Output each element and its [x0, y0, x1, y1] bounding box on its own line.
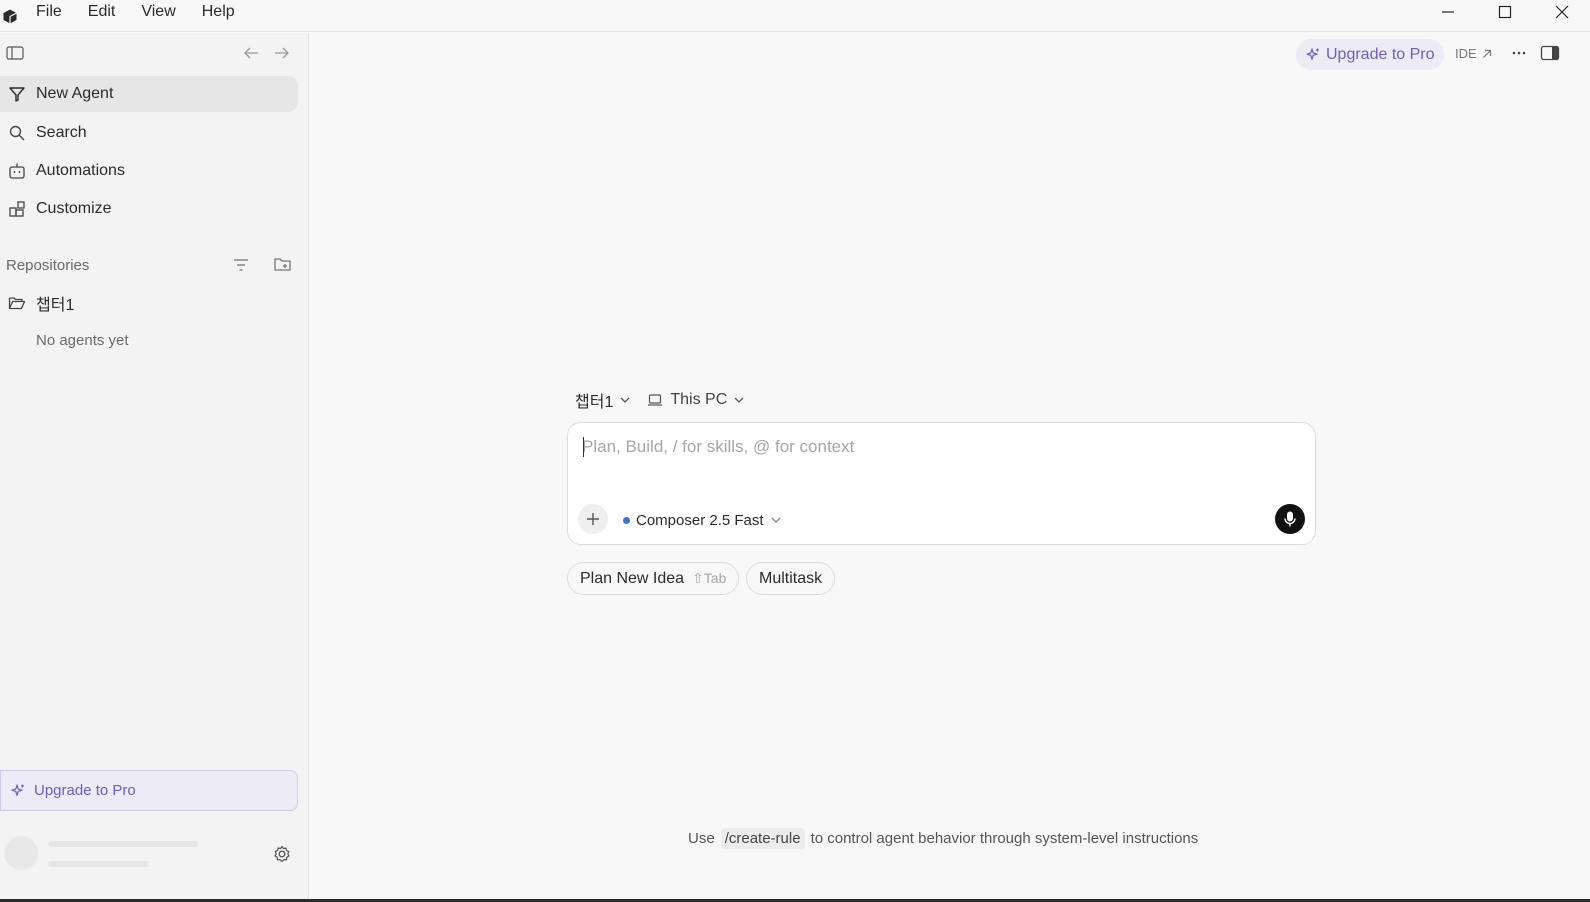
sidebar-item-customize[interactable]: Customize — [0, 191, 298, 227]
filter-icon — [234, 259, 248, 271]
ide-link[interactable]: IDE — [1455, 46, 1493, 61]
upgrade-label: Upgrade to Pro — [34, 782, 136, 799]
user-email-placeholder — [48, 861, 149, 867]
repo-selector[interactable]: 챕터1 — [575, 388, 613, 412]
sidebar-item-label: Search — [36, 124, 87, 141]
menu-help[interactable]: Help — [202, 1, 235, 23]
context-selectors: 챕터1 This PC — [575, 388, 745, 412]
footer-tip: Use /create-rule to control agent behavi… — [688, 828, 1198, 849]
more-options-button[interactable] — [1510, 45, 1528, 61]
create-rule-command[interactable]: /create-rule — [720, 828, 805, 849]
sidebar-toggle-button[interactable] — [6, 45, 24, 61]
toggle-panel-button[interactable] — [1540, 45, 1560, 61]
chevron-down-icon — [733, 395, 745, 405]
minimize-button[interactable] — [1419, 0, 1476, 24]
folder-add-icon — [274, 258, 291, 271]
external-arrow-icon — [1482, 49, 1491, 58]
repository-item[interactable]: 챕터1 — [0, 291, 74, 315]
shortcut-hint: ⇧Tab — [692, 570, 727, 586]
multitask-chip[interactable]: Multitask — [746, 562, 836, 595]
laptop-icon — [647, 393, 663, 407]
chevron-down-icon — [770, 515, 782, 525]
sidebar-item-label: Automations — [36, 162, 125, 179]
microphone-icon — [1284, 511, 1296, 527]
plus-icon — [587, 513, 599, 525]
sidebar-panel-icon — [6, 46, 24, 60]
app-logo-icon — [3, 9, 17, 23]
composer-box: Composer 2.5 Fast — [567, 422, 1316, 545]
chip-label: Plan New Idea — [580, 569, 685, 587]
sidebar-item-label: Customize — [36, 200, 112, 217]
empty-agents-text: No agents yet — [36, 332, 129, 349]
gear-icon — [274, 845, 290, 863]
location-selector[interactable]: This PC — [670, 391, 727, 409]
title-bar: File Edit View Help — [0, 0, 1590, 32]
avatar[interactable] — [4, 836, 38, 870]
chip-label: Multitask — [759, 569, 823, 587]
forward-button[interactable] — [273, 45, 291, 61]
ide-label: IDE — [1455, 46, 1477, 61]
menu-edit[interactable]: Edit — [88, 1, 116, 23]
arrow-right-icon — [275, 47, 289, 59]
right-panel-icon — [1540, 45, 1560, 61]
sparkle-icon — [10, 783, 26, 799]
sidebar-item-new-agent[interactable]: New Agent — [0, 76, 298, 112]
main-area: Upgrade to Pro IDE 챕터1 This PC Composer … — [310, 33, 1590, 902]
maximize-icon — [1498, 5, 1511, 19]
prompt-input[interactable] — [582, 435, 1282, 459]
arrow-left-icon — [244, 47, 258, 59]
ellipsis-icon — [1512, 51, 1526, 55]
tip-prefix: Use — [688, 830, 715, 847]
back-button[interactable] — [242, 45, 260, 61]
sidebar: New Agent Search Automations Customize R… — [0, 33, 309, 902]
sidebar-item-search[interactable]: Search — [0, 115, 298, 151]
text-caret — [583, 437, 584, 457]
minimize-icon — [1441, 11, 1454, 13]
model-name: Composer 2.5 Fast — [636, 511, 764, 529]
plan-new-idea-chip[interactable]: Plan New Idea ⇧Tab — [567, 562, 740, 595]
repository-name: 챕터1 — [36, 297, 75, 314]
sidebar-upgrade-button[interactable]: Upgrade to Pro — [0, 770, 298, 811]
user-name-placeholder — [48, 841, 198, 847]
blocks-icon — [8, 200, 26, 218]
close-icon — [1555, 5, 1568, 19]
sidebar-item-automations[interactable]: Automations — [0, 153, 298, 189]
window-controls — [1419, 0, 1590, 24]
funnel-agent-icon — [8, 85, 26, 103]
voice-input-button[interactable] — [1275, 504, 1305, 534]
sidebar-item-label: New Agent — [36, 85, 114, 102]
menu-file[interactable]: File — [36, 1, 62, 23]
repositories-label: Repositories — [6, 256, 90, 274]
search-icon — [8, 124, 26, 142]
sparkle-icon — [1305, 47, 1321, 63]
filter-button[interactable] — [232, 256, 250, 274]
folder-open-icon — [8, 294, 26, 312]
user-area — [4, 836, 304, 872]
robot-icon — [8, 162, 26, 180]
tip-suffix: to control agent behavior through system… — [810, 830, 1199, 847]
upgrade-label: Upgrade to Pro — [1326, 45, 1435, 63]
close-window-button[interactable] — [1533, 0, 1590, 24]
sidebar-toolbar — [0, 33, 308, 75]
top-upgrade-button[interactable]: Upgrade to Pro — [1296, 39, 1444, 70]
add-attachment-button[interactable] — [578, 504, 608, 534]
menu-view[interactable]: View — [141, 1, 175, 23]
model-selector[interactable]: Composer 2.5 Fast — [623, 509, 782, 531]
add-repository-button[interactable] — [273, 255, 293, 273]
repositories-header: Repositories — [6, 255, 296, 275]
settings-button[interactable] — [272, 844, 292, 864]
chevron-down-icon — [619, 395, 631, 405]
model-status-dot — [623, 516, 630, 524]
maximize-button[interactable] — [1476, 0, 1533, 24]
